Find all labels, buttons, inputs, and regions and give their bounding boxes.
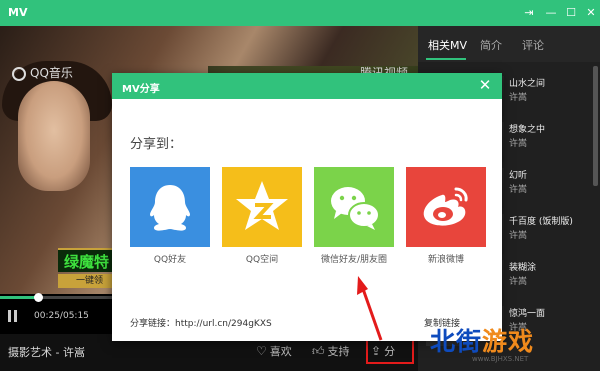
song-title: 摄影艺术 - 许嵩 (8, 346, 85, 359)
progress-fill (0, 296, 38, 299)
close-icon[interactable]: ✕ (582, 4, 600, 22)
like-button[interactable]: ♡ 喜欢 (256, 342, 292, 360)
maximize-icon[interactable]: ☐ (562, 4, 580, 22)
time-readout: 00:25/05:15 (34, 311, 89, 321)
share-dialog: MV分享 ✕ 分享到： QQ好友 QQ空间 微信好友/朋友圈 新浪微博 分享链接… (112, 73, 502, 341)
window-title: MV (8, 6, 28, 19)
share-wechat-button[interactable]: 微信好友/朋友圈 (314, 167, 394, 265)
wechat-icon (314, 167, 394, 247)
active-tab-indicator (426, 58, 466, 60)
mv-name: 想象之中 (509, 125, 546, 135)
mv-artist: 许嵩 (509, 139, 528, 149)
mv-artist: 许嵩 (509, 93, 528, 103)
share-to-heading: 分享到： (130, 137, 183, 152)
pause-button[interactable] (8, 310, 18, 322)
heart-icon: ♡ (256, 344, 267, 358)
share-qzone-button[interactable]: QQ空间 (222, 167, 302, 265)
tab-comments[interactable]: 评论 (522, 37, 544, 53)
platform-label: QQ好友 (153, 255, 187, 265)
support-button[interactable]: 👍︎ 支持 (312, 342, 350, 360)
video-subject (18, 81, 90, 191)
dialog-close-icon[interactable]: ✕ (476, 76, 494, 94)
platform-label: 新浪微博 (427, 255, 464, 265)
mv-artist: 许嵩 (509, 231, 528, 241)
progress-handle[interactable] (33, 293, 43, 302)
dialog-header: MV分享 ✕ (112, 73, 502, 99)
weibo-icon (406, 167, 486, 247)
side-tabs: 相关MV 简介 评论 (418, 26, 600, 62)
mv-artist: 许嵩 (509, 277, 528, 287)
mv-name: 惊鸿一面 (509, 309, 546, 319)
platform-label: QQ空间 (245, 255, 279, 265)
mv-name: 山水之间 (509, 79, 546, 89)
mv-artist: 许嵩 (509, 185, 528, 195)
title-bar: MV ⇥ — ☐ ✕ (0, 0, 600, 26)
pin-icon[interactable]: ⇥ (520, 4, 538, 22)
mv-name: 装糊涂 (509, 263, 537, 273)
qq-music-logo: QQ音乐 (12, 64, 73, 81)
share-weibo-button[interactable]: 新浪微博 (406, 167, 486, 265)
qq-penguin-icon (130, 167, 210, 247)
mv-name: 幻听 (509, 171, 528, 181)
tab-related-mv[interactable]: 相关MV (428, 37, 467, 53)
tab-intro[interactable]: 简介 (480, 37, 502, 53)
qzone-star-icon (222, 167, 302, 247)
minimize-icon[interactable]: — (542, 4, 560, 22)
list-scrollbar[interactable] (593, 66, 598, 186)
watermark-logo: 北街游戏 www.BJHXS.NET (430, 327, 535, 363)
share-highlight-box (366, 338, 414, 364)
mv-name: 千百度 (饭制版) (509, 217, 573, 227)
share-link-text: 分享链接：http://url.cn/294gKXS (130, 319, 272, 329)
platform-label: 微信好友/朋友圈 (320, 255, 388, 265)
thumbs-up-icon: 👍︎ (312, 344, 325, 358)
dialog-title: MV分享 (122, 84, 160, 95)
share-qq-friend-button[interactable]: QQ好友 (130, 167, 210, 265)
